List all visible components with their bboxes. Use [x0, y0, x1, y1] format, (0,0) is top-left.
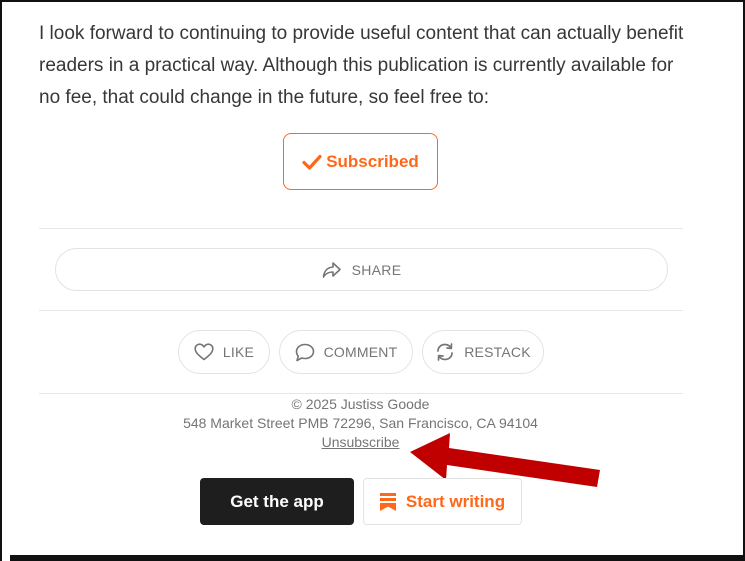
share-arrow-icon — [322, 261, 341, 278]
share-button[interactable]: SHARE — [55, 248, 668, 291]
share-label: SHARE — [351, 261, 402, 278]
substack-logo-icon — [379, 492, 396, 511]
copyright-text: © 2025 Justiss Goode — [291, 396, 430, 412]
divider — [39, 228, 683, 229]
speech-bubble-icon — [295, 343, 314, 361]
like-button[interactable]: LIKE — [178, 330, 270, 374]
unsubscribe-row: Unsubscribe — [0, 434, 721, 450]
closing-paragraph: I look forward to continuing to provide … — [39, 23, 684, 108]
restack-icon — [437, 343, 454, 361]
like-label: LIKE — [222, 344, 255, 360]
unsubscribe-link[interactable]: Unsubscribe — [322, 434, 400, 450]
address-text: 548 Market Street PMB 72296, San Francis… — [183, 415, 538, 431]
subscribed-button[interactable]: Subscribed — [283, 133, 438, 190]
subscribed-label: Subscribed — [326, 151, 419, 171]
start-writing-label: Start writing — [405, 491, 506, 511]
restack-label: RESTACK — [464, 344, 531, 360]
divider — [39, 393, 683, 394]
checkmark-icon — [302, 154, 322, 170]
get-app-button[interactable]: Get the app — [200, 478, 354, 525]
restack-button[interactable]: RESTACK — [422, 330, 544, 374]
divider — [39, 310, 683, 311]
comment-label: COMMENT — [323, 344, 398, 360]
heart-icon — [194, 343, 214, 361]
comment-button[interactable]: COMMENT — [279, 330, 413, 374]
start-writing-button[interactable]: Start writing — [363, 478, 522, 525]
